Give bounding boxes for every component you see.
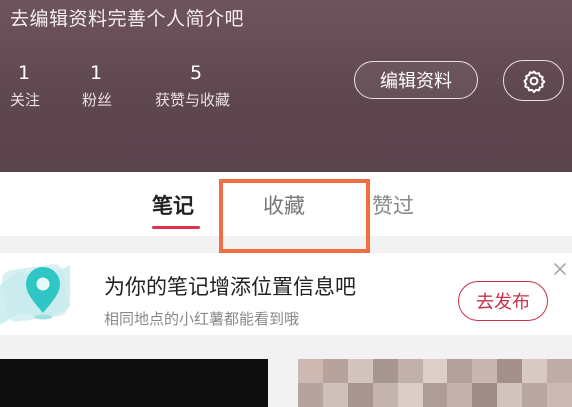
following-label: 关注 — [10, 91, 41, 109]
profile-tabs: 笔记 收藏 赞过 — [0, 172, 572, 236]
followers-stat[interactable]: 1 粉丝 — [82, 62, 112, 110]
bio-prompt[interactable]: 去编辑资料完善个人简介吧 — [10, 4, 244, 31]
publish-button[interactable]: 去发布 — [458, 281, 548, 321]
profile-header: 去编辑资料完善个人简介吧 1 关注 1 粉丝 5 获赞与收藏 编辑资料 — [0, 0, 572, 172]
note-thumbnail-right[interactable] — [298, 359, 572, 407]
note-thumbnail-left[interactable] — [0, 359, 268, 407]
likes-collects-stat[interactable]: 5 获赞与收藏 — [155, 62, 230, 110]
tip-title: 为你的笔记增添位置信息吧 — [104, 275, 356, 299]
location-tip-card: 为你的笔记增添位置信息吧 相同地点的小红薯都能看到哦 去发布 — [0, 253, 572, 335]
following-count: 1 — [18, 62, 31, 84]
settings-button[interactable] — [503, 60, 564, 101]
close-icon[interactable] — [553, 261, 567, 280]
likes-collects-label: 获赞与收藏 — [155, 91, 231, 109]
tab-notes[interactable]: 笔记 — [152, 190, 194, 220]
tip-subtitle: 相同地点的小红薯都能看到哦 — [104, 310, 300, 328]
location-pin-icon — [0, 257, 86, 331]
edit-profile-button[interactable]: 编辑资料 — [354, 61, 478, 99]
followers-label: 粉丝 — [82, 91, 113, 109]
likes-collects-count: 5 — [190, 62, 203, 84]
tab-collections[interactable]: 收藏 — [263, 190, 305, 220]
active-tab-indicator — [152, 226, 200, 229]
followers-count: 1 — [90, 62, 103, 84]
following-stat[interactable]: 1 关注 — [10, 62, 40, 110]
gear-icon — [523, 70, 545, 93]
tab-liked[interactable]: 赞过 — [372, 190, 414, 220]
